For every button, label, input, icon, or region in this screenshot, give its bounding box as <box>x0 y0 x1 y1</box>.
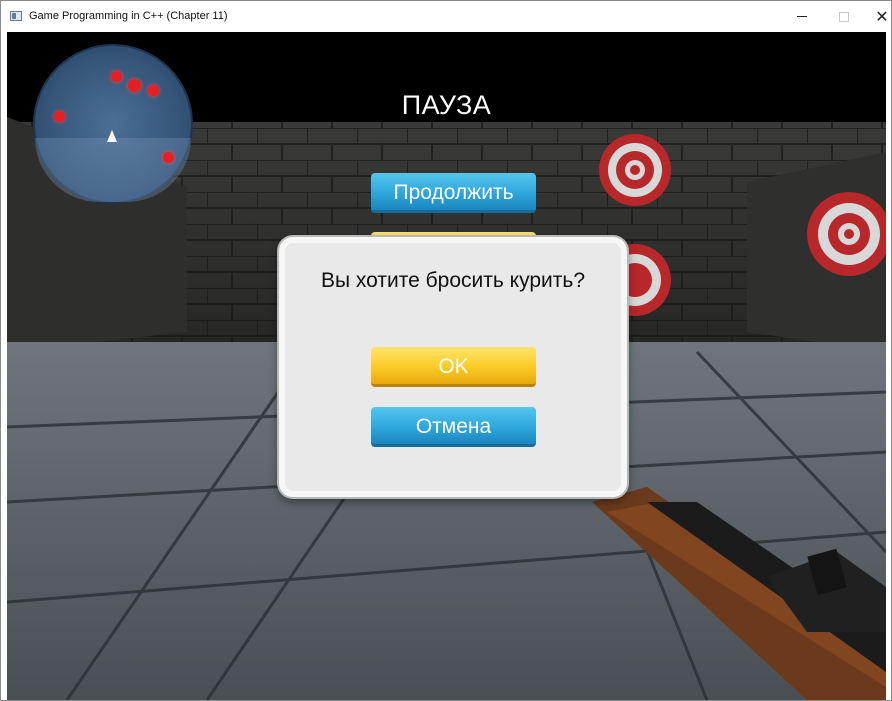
window-title: Game Programming in C++ (Chapter 11) <box>29 10 228 22</box>
ok-button[interactable]: OK <box>371 347 536 387</box>
pause-title: ПАУЗА <box>401 90 492 120</box>
enemy-blip <box>163 152 174 163</box>
dialog-message: Вы хотите бросить курить? <box>320 269 585 292</box>
close-icon: ✕ <box>875 8 889 26</box>
continue-button[interactable]: Продолжить <box>371 173 536 213</box>
app-icon <box>10 11 22 21</box>
maximize-icon <box>839 11 849 22</box>
close-button[interactable]: ✕ <box>859 1 891 32</box>
radar-minimap <box>33 44 193 204</box>
game-viewport[interactable]: ПАУЗА Продолжить Вы хотите бросить курит… <box>7 32 886 700</box>
target-1 <box>599 134 671 206</box>
title-bar[interactable]: Game Programming in C++ (Chapter 11) ✕ <box>1 1 891 32</box>
cancel-button[interactable]: Отмена <box>371 407 536 447</box>
minimize-button[interactable] <box>779 1 825 32</box>
player-arrow-icon <box>107 130 117 142</box>
enemy-blip <box>111 71 122 82</box>
confirm-dialog: Вы хотите бросить курить? OK Отмена <box>279 237 627 497</box>
minimize-icon <box>797 16 807 17</box>
game-window: Game Programming in C++ (Chapter 11) ✕ П… <box>0 0 892 701</box>
